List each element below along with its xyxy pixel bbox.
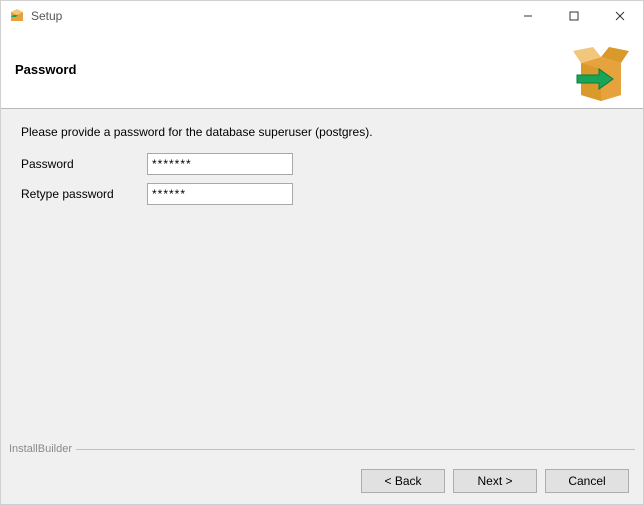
app-icon: [9, 8, 25, 24]
installer-box-icon: [569, 39, 633, 103]
description-text: Please provide a password for the databa…: [21, 125, 623, 139]
setup-window: Setup Password: [0, 0, 644, 505]
back-button[interactable]: < Back: [361, 469, 445, 493]
password-row: Password: [21, 153, 623, 175]
titlebar: Setup: [1, 1, 643, 31]
cancel-button[interactable]: Cancel: [545, 469, 629, 493]
minimize-button[interactable]: [505, 1, 551, 31]
password-label: Password: [21, 157, 147, 171]
branding-text: InstallBuilder: [9, 443, 76, 455]
window-title: Setup: [31, 9, 505, 23]
next-button[interactable]: Next >: [453, 469, 537, 493]
branding-row: InstallBuilder: [9, 440, 635, 458]
window-controls: [505, 1, 643, 31]
retype-password-label: Retype password: [21, 187, 147, 201]
retype-password-row: Retype password: [21, 183, 623, 205]
close-button[interactable]: [597, 1, 643, 31]
password-input[interactable]: [147, 153, 293, 175]
wizard-header: Password: [1, 31, 643, 109]
wizard-body: Please provide a password for the databa…: [1, 109, 643, 458]
wizard-footer: < Back Next > Cancel: [1, 458, 643, 504]
retype-password-input[interactable]: [147, 183, 293, 205]
divider-line: [76, 449, 635, 450]
maximize-button[interactable]: [551, 1, 597, 31]
page-title: Password: [15, 62, 76, 77]
